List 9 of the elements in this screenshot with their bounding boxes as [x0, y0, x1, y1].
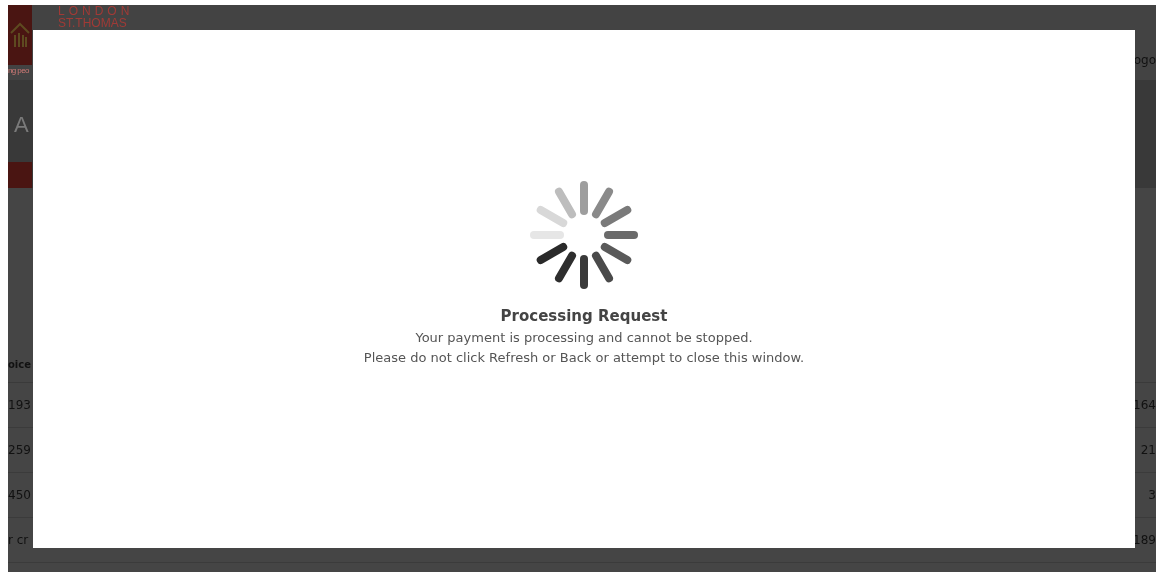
dialog-message: Please do not click Refresh or Back or attempt to close this window.	[363, 350, 805, 365]
dialog-title: Processing Request	[500, 307, 668, 325]
dialog-message: Your payment is processing and cannot be stopped.	[415, 330, 753, 345]
logo-tagline: ng peo	[8, 66, 29, 75]
logo-icon	[8, 5, 32, 65]
banner-strip	[8, 162, 32, 188]
logo-text: LONDON	[58, 5, 134, 17]
page-heading: A	[14, 112, 30, 138]
logo-text: ST.THOMAS	[58, 17, 128, 29]
